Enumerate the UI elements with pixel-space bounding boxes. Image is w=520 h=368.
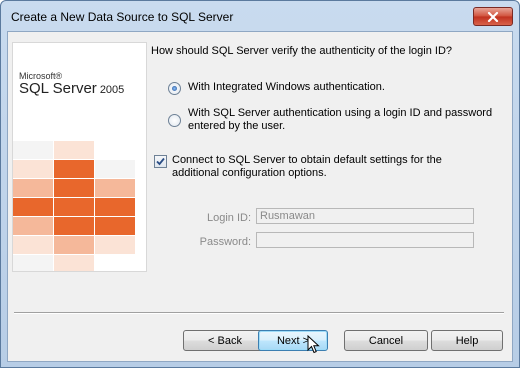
back-button[interactable]: < Back — [183, 330, 267, 351]
radio-windows-auth[interactable]: With Integrated Windows authentication. — [168, 81, 385, 95]
login-id-input[interactable] — [256, 208, 474, 224]
radio-sql-auth-label-line2: entered by the user. — [188, 120, 286, 132]
sql-server-banner: Microsoft® SQL Server 2005 — [12, 42, 147, 272]
password-input[interactable] — [256, 232, 474, 248]
connect-checkbox-label: Connect to SQL Server to obtain default … — [172, 154, 442, 180]
radio-sql-auth-label-line1: With SQL Server authentication using a l… — [188, 107, 493, 119]
cancel-button[interactable]: Cancel — [344, 330, 428, 351]
radio-button-unselected[interactable] — [168, 114, 181, 127]
dialog-body: Microsoft® SQL Server 2005 How should SQL… — [7, 31, 513, 362]
connect-checkbox[interactable] — [154, 155, 167, 168]
login-id-label: Login ID: — [206, 212, 251, 224]
mouse-cursor-icon — [307, 335, 320, 354]
checkmark-icon — [156, 157, 165, 166]
footer-separator — [14, 312, 504, 314]
connect-label-line2: additional configuration options. — [172, 167, 327, 179]
help-button[interactable]: Help — [431, 330, 503, 351]
dialog-window: Create a New Data Source to SQL Server M… — [0, 0, 520, 368]
radio-sql-auth-label: With SQL Server authentication using a l… — [188, 107, 492, 133]
brand-product: SQL Server — [19, 80, 97, 97]
title-bar[interactable]: Create a New Data Source to SQL Server — [1, 1, 519, 31]
radio-windows-auth-label: With Integrated Windows authentication. — [188, 81, 385, 93]
password-label: Password: — [199, 236, 251, 248]
brand-product-text: SQL Server 2005 — [19, 80, 124, 97]
radio-button-selected[interactable] — [168, 82, 181, 95]
radio-sql-auth[interactable]: With SQL Server authentication using a l… — [168, 107, 492, 133]
connect-checkbox-row[interactable]: Connect to SQL Server to obtain default … — [154, 154, 442, 180]
close-icon — [487, 11, 499, 22]
close-button[interactable] — [473, 7, 513, 26]
connect-label-line1: Connect to SQL Server to obtain default … — [172, 154, 442, 166]
brand-year: 2005 — [99, 84, 125, 96]
window-title: Create a New Data Source to SQL Server — [11, 10, 234, 24]
auth-question: How should SQL Server verify the authent… — [151, 45, 453, 57]
